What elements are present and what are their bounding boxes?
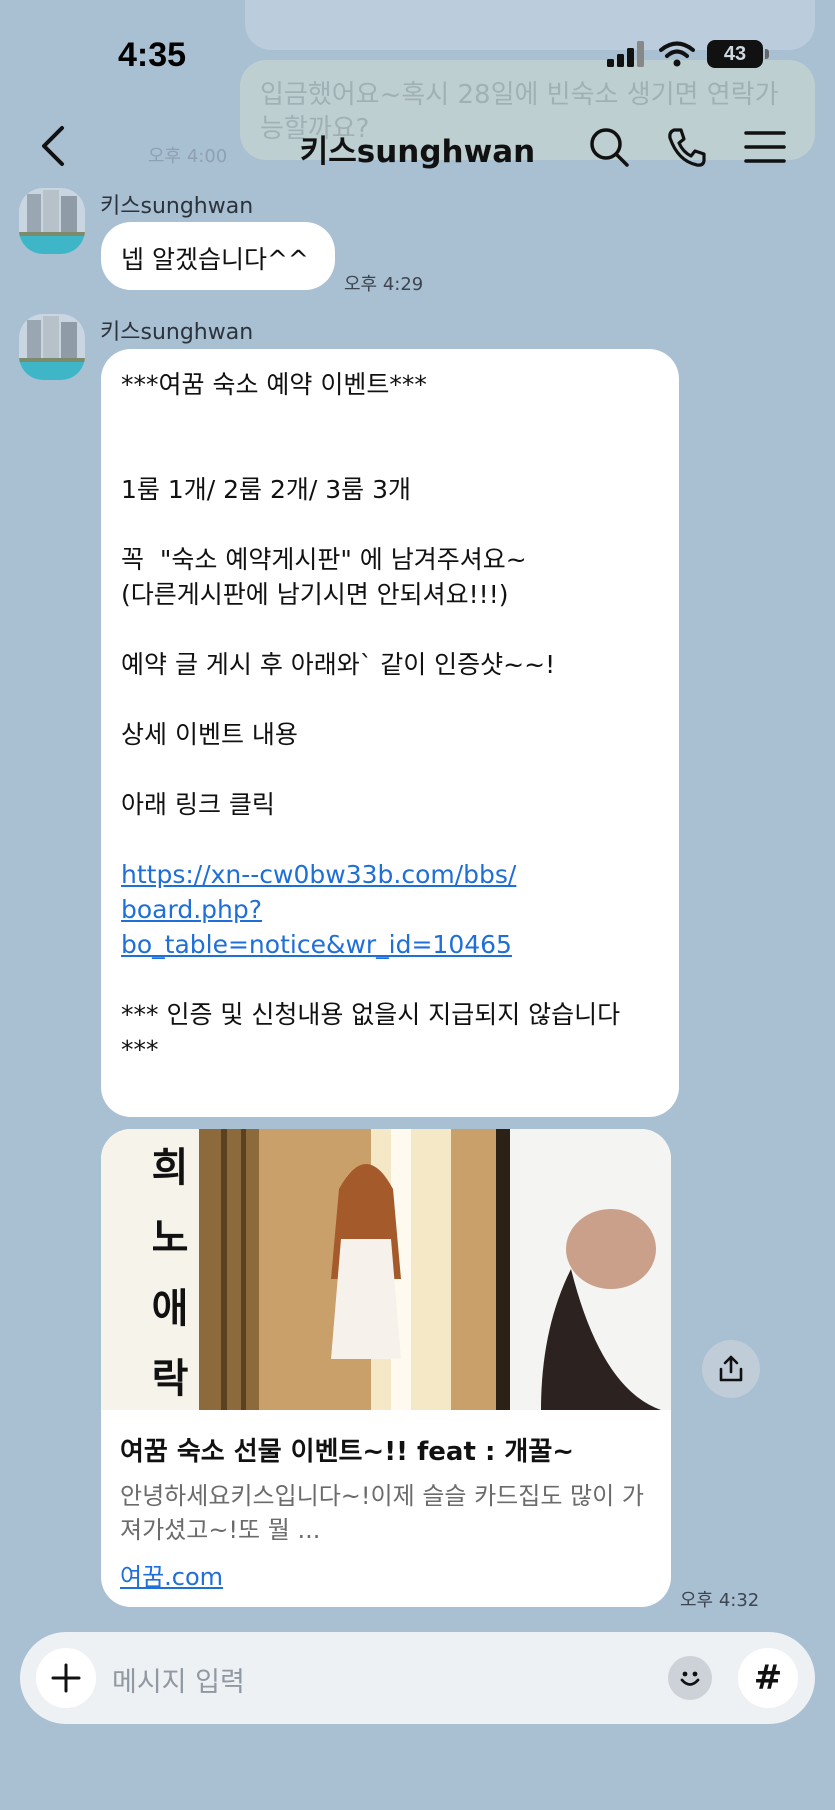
- message-line: ***여꿈 숙소 예약 이벤트***: [121, 370, 427, 399]
- message-link[interactable]: board.php?: [121, 892, 659, 927]
- sender-name: 키스sunghwan: [100, 194, 254, 219]
- message-link[interactable]: bo_table=notice&wr_id=10465: [121, 927, 659, 962]
- avatar-building-image: [19, 188, 85, 254]
- share-icon: [719, 1355, 743, 1382]
- status-time: 4:35: [118, 36, 187, 74]
- ghost-previous-time: 오후 4:00: [148, 146, 228, 167]
- message-input[interactable]: 메시지 입력: [112, 1660, 245, 1699]
- link-preview-domain[interactable]: 여꿈.com: [120, 1557, 223, 1592]
- emoji-icon: [680, 1671, 700, 1686]
- message-input-bar: 메시지 입력 #: [20, 1632, 815, 1724]
- message-line: 아래 링크 클릭: [121, 790, 275, 819]
- message-line: (다른게시판에 남기시면 안되셔요!!!): [121, 580, 509, 609]
- message-line: 상세 이벤트 내용: [121, 720, 298, 749]
- message-line: [121, 402, 659, 437]
- hashtag-icon: #: [753, 1658, 783, 1698]
- cellular-signal-icon: [607, 41, 644, 67]
- message-link[interactable]: https://xn--cw0bw33b.com/bbs/: [121, 857, 659, 892]
- calligraphy-text: 희 노 애 락: [151, 1144, 189, 1402]
- message-line: [121, 437, 659, 472]
- hashtag-button[interactable]: #: [738, 1648, 798, 1708]
- message-line: 1룸 1개/ 2룸 2개/ 3룸 3개: [121, 475, 412, 504]
- link-preview-description: 안녕하세요키스입니다~!이제 슬슬 카드집도 많이 가져가셨고~!또 뭘 ...: [120, 1482, 644, 1544]
- message-line: [121, 822, 659, 857]
- avatar[interactable]: [19, 188, 85, 254]
- search-icon[interactable]: [586, 124, 632, 170]
- link-preview-title: 여꿈 숙소 선물 이벤트~!! feat : 개꿀~: [120, 1437, 575, 1467]
- message-line: 예약 글 게시 후 아래와` 같이 인증샷~~!: [121, 650, 556, 679]
- message-line: [121, 962, 659, 997]
- plus-icon: [51, 1663, 81, 1693]
- message-line: [121, 682, 659, 717]
- share-button[interactable]: [702, 1340, 760, 1398]
- sender-name: 키스sunghwan: [100, 320, 254, 345]
- message-time: 오후 4:32: [680, 1590, 760, 1611]
- back-arrow-icon[interactable]: [36, 122, 72, 170]
- link-preview-image: 희 노 애 락: [101, 1129, 671, 1410]
- avatar-building-image: [19, 314, 85, 380]
- phone-call-icon[interactable]: [664, 124, 710, 170]
- link-preview-card[interactable]: 희 노 애 락 여꿈 숙소 선물 이벤트~!! feat : 개꿀~ 안녕하세요…: [101, 1129, 671, 1607]
- add-attachment-button[interactable]: [36, 1648, 96, 1708]
- avatar[interactable]: [19, 314, 85, 380]
- battery-icon: 43: [707, 40, 769, 68]
- menu-icon[interactable]: [742, 124, 788, 170]
- message-text: 넵 알겠습니다^^: [121, 245, 309, 274]
- message-time: 오후 4:29: [344, 274, 424, 295]
- message-line: 꼭 "숙소 예약게시판" 에 남겨주셔요~: [121, 545, 527, 574]
- message-bubble[interactable]: 넵 알겠습니다^^: [101, 222, 335, 290]
- message-line: *** 인증 및 신청내용 없을시 지급되지 않습니다: [121, 1000, 621, 1029]
- message-line: ***: [121, 1035, 159, 1064]
- message-line: [121, 612, 659, 647]
- wifi-icon: [659, 41, 695, 67]
- message-bubble[interactable]: ***여꿈 숙소 예약 이벤트*** 1룸 1개/ 2룸 2개/ 3룸 3개 꼭…: [101, 349, 679, 1117]
- ghost-previous-text: 입금했어요~혹시 28일에 빈숙소 생기면 연락가능할까요?: [260, 80, 779, 144]
- message-line: [121, 752, 659, 787]
- status-icons: 43: [607, 40, 769, 68]
- emoji-button[interactable]: [668, 1656, 712, 1700]
- message-line: [121, 507, 659, 542]
